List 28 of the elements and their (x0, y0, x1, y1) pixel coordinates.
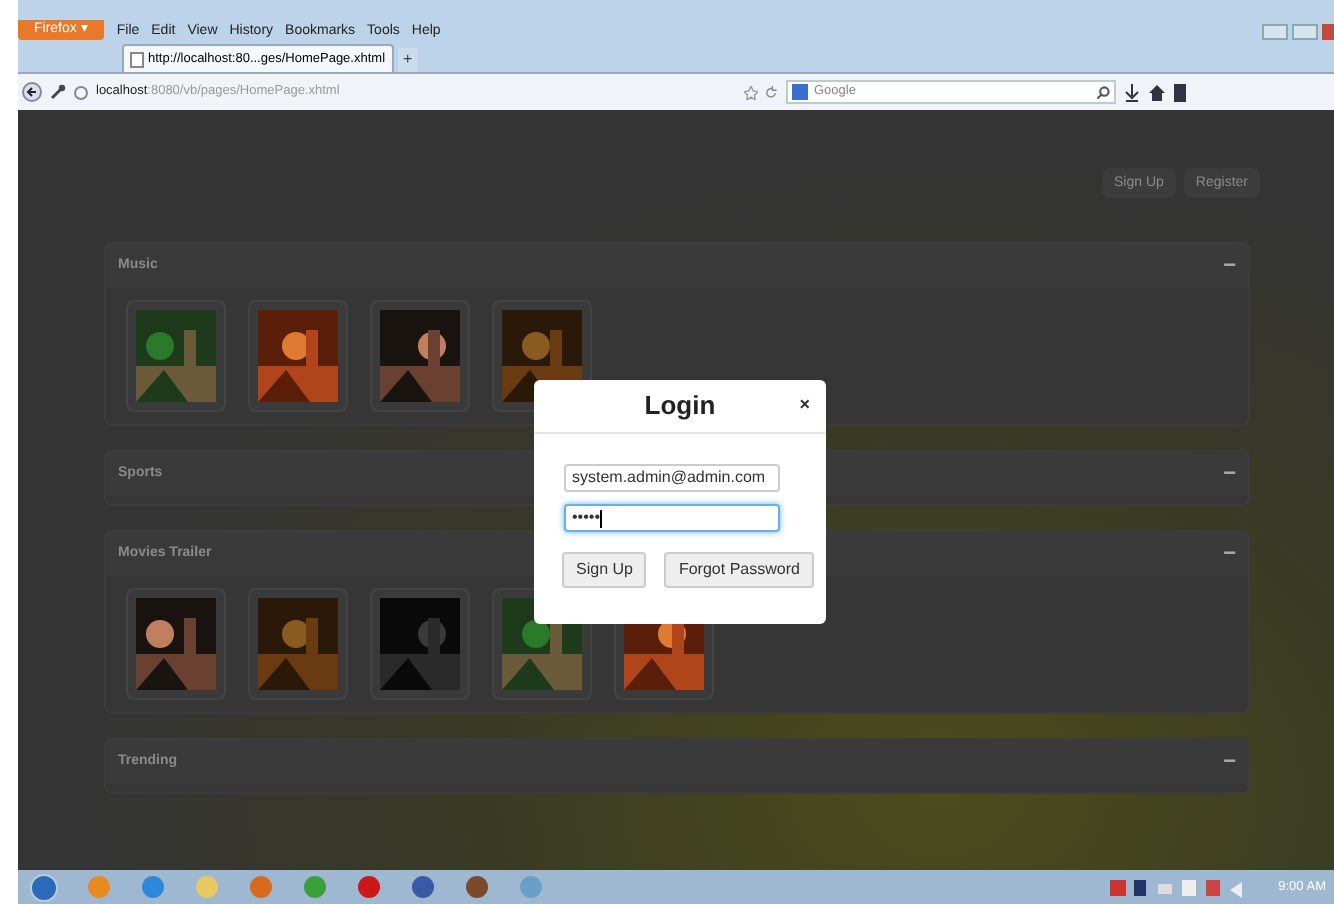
app-icon[interactable] (356, 874, 382, 900)
minimize-button[interactable] (1262, 24, 1288, 40)
collapse-toggle[interactable]: − (1223, 543, 1236, 565)
back-arrow-icon[interactable] (22, 82, 42, 102)
app-icon[interactable] (248, 874, 274, 900)
maximize-button[interactable] (1292, 24, 1318, 40)
collapse-toggle[interactable]: − (1223, 751, 1236, 773)
close-button[interactable]: × (799, 392, 810, 420)
app-icon[interactable] (464, 874, 490, 900)
dialog-button[interactable]: Forgot Password (664, 552, 814, 588)
new-tab-button[interactable]: + (397, 48, 419, 72)
dialog-button[interactable]: Sign Up (562, 552, 647, 588)
input-field[interactable]: ••••• (564, 504, 780, 532)
page-icon (130, 51, 144, 67)
app-icon[interactable] (302, 874, 328, 900)
refresh-icon[interactable] (764, 85, 778, 99)
input-field[interactable]: system.admin@admin.com (564, 464, 780, 492)
key-icon[interactable] (50, 84, 66, 100)
download-icon[interactable] (1124, 83, 1140, 101)
app-icon[interactable] (140, 874, 166, 900)
star-icon[interactable] (744, 85, 758, 99)
home-icon[interactable] (1148, 83, 1166, 101)
dialog-title: Login (644, 388, 716, 425)
collapse-toggle[interactable]: − (1223, 255, 1236, 277)
search-icon[interactable] (1096, 85, 1110, 99)
collapse-toggle[interactable]: − (1223, 463, 1236, 485)
app-icon[interactable] (410, 874, 436, 900)
start-button[interactable] (30, 873, 58, 901)
